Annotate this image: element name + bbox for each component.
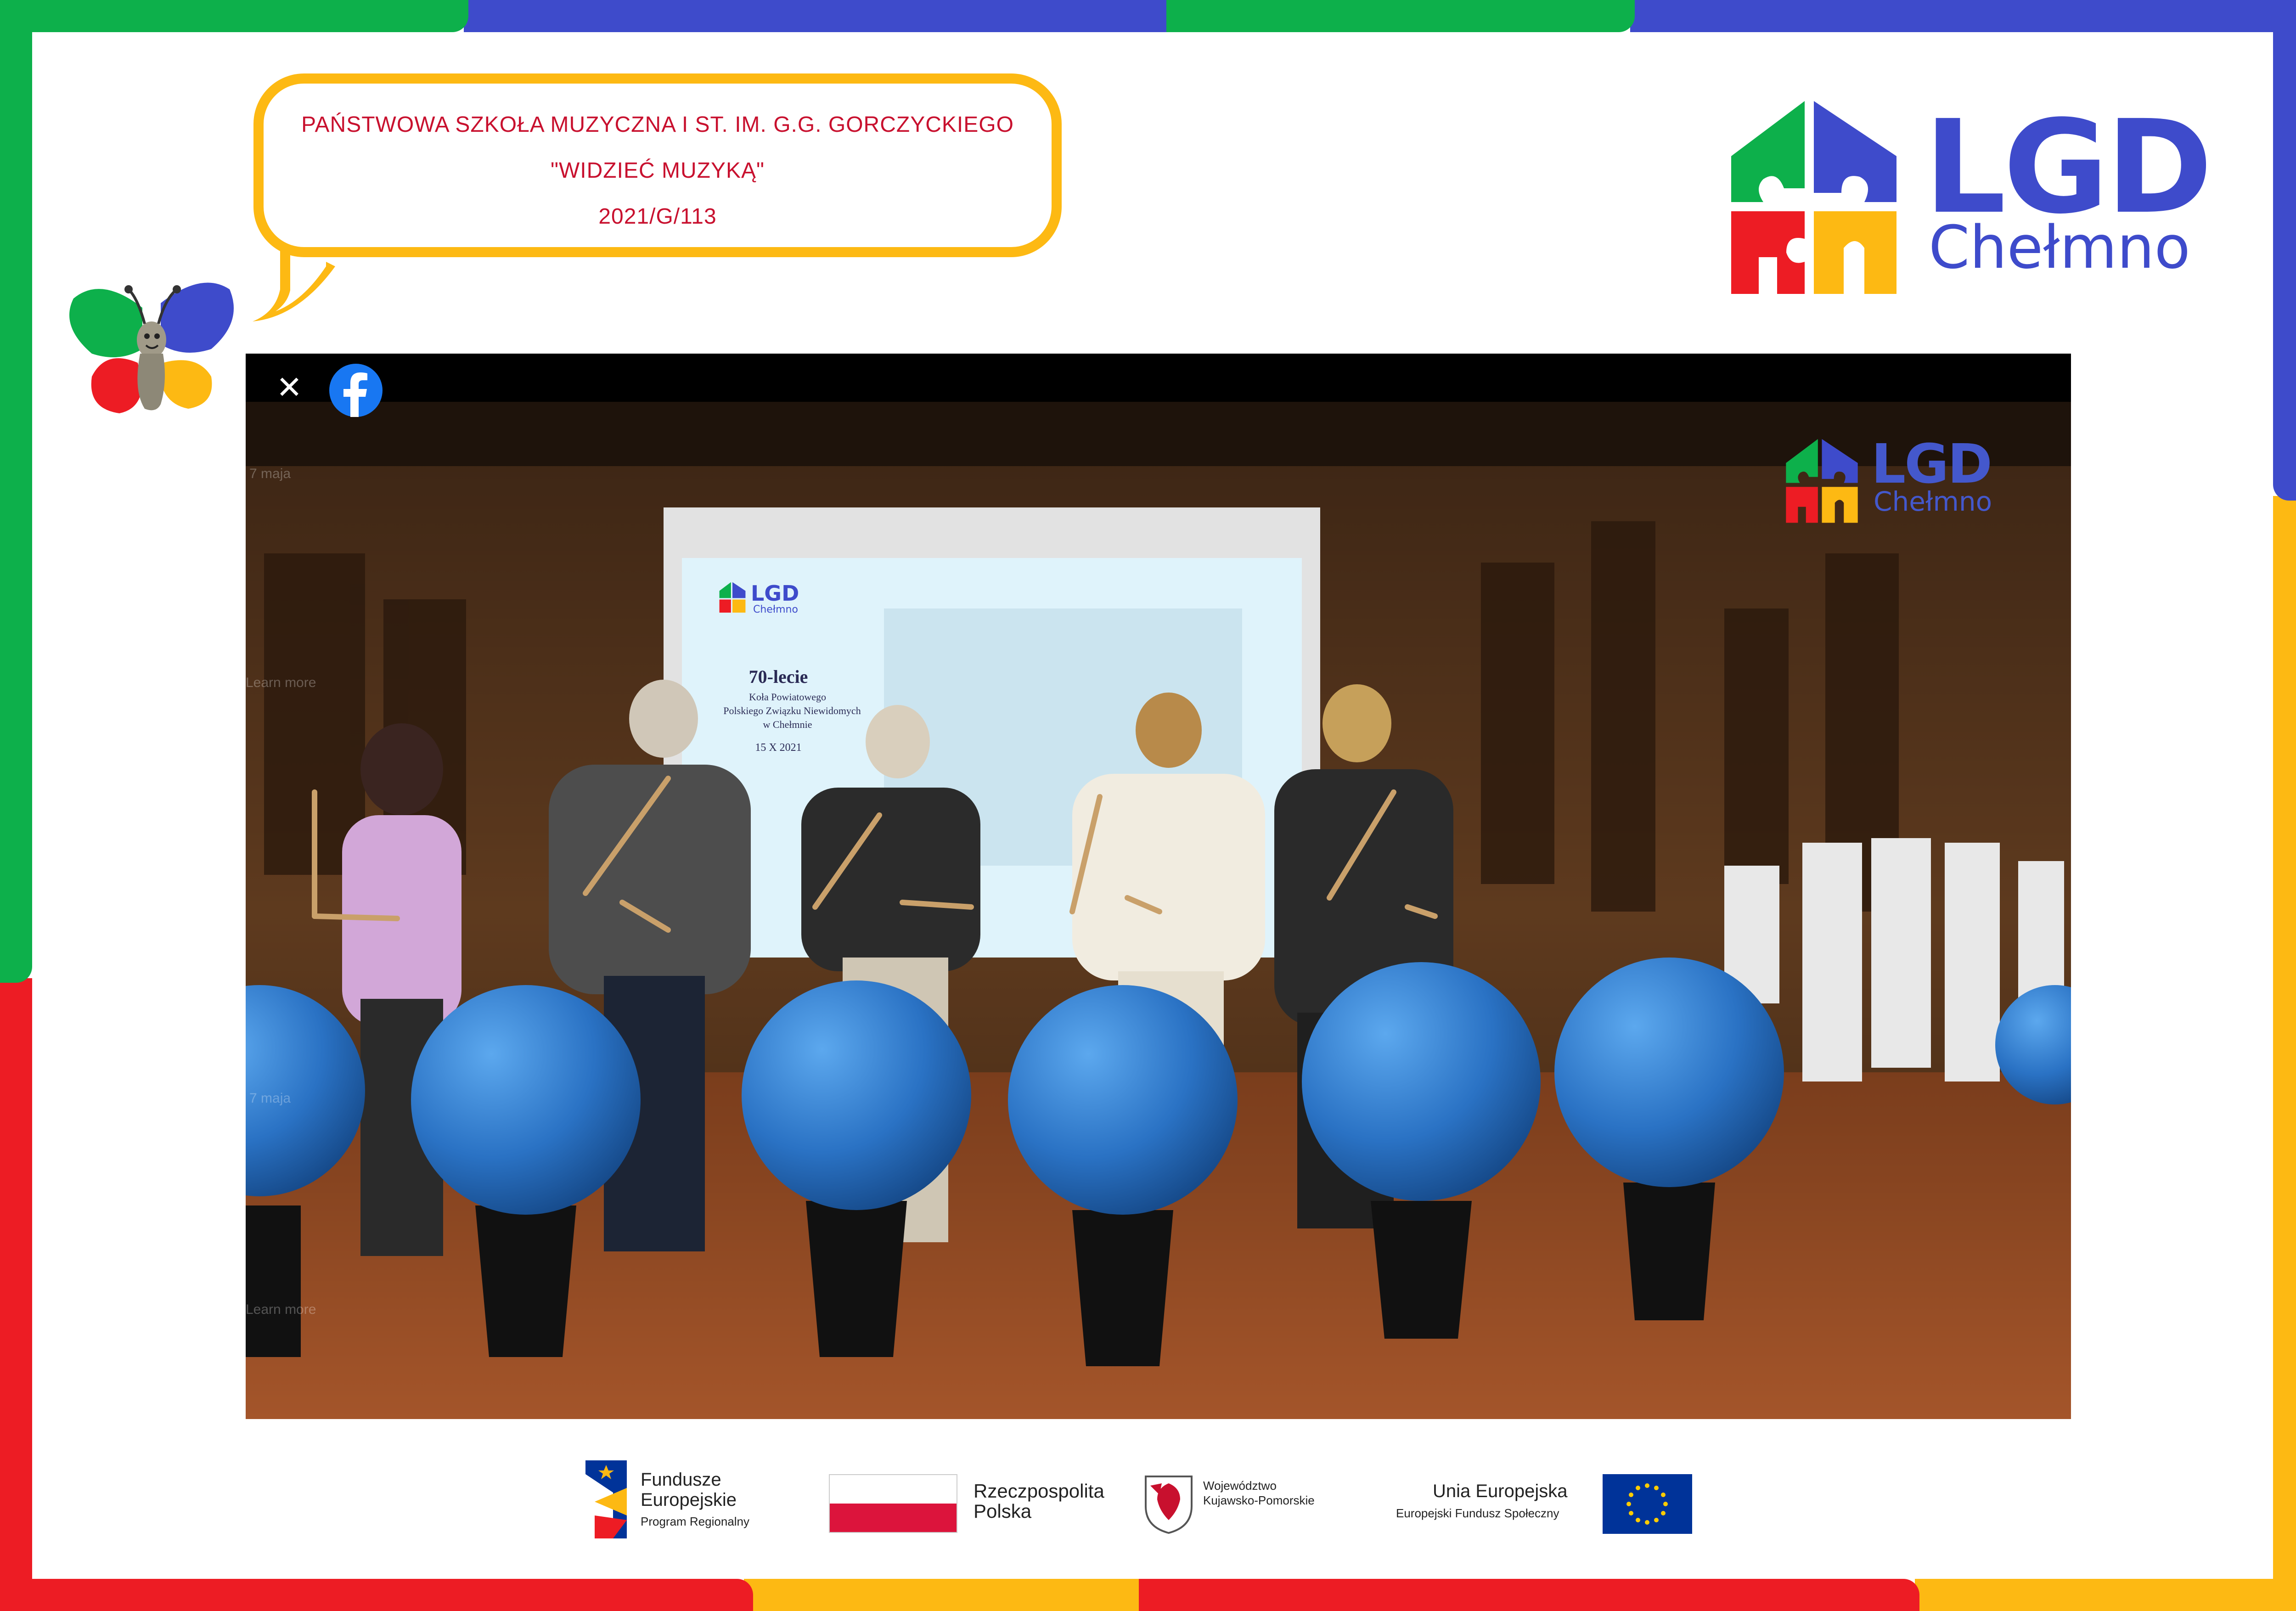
screen-line-3: w Chełmnie <box>763 719 812 730</box>
video-player[interactable]: ✕ LGD Chełmno 70-lecie Koła Powiatowego … <box>246 354 2071 1419</box>
frame-bottom-yellow-left <box>744 1579 1143 1611</box>
polish-flag-icon <box>829 1474 957 1533</box>
frame-bottom-yellow-right <box>1915 1579 2296 1611</box>
school-name: PAŃSTWOWA SZKOŁA MUZYCZNA I ST. IM. G.G.… <box>301 113 1014 137</box>
frame-bottom-red-right <box>1139 1579 1919 1611</box>
screen-logo-subtitle: Chełmno <box>753 604 798 615</box>
screen-lgd-logo-icon <box>719 582 746 613</box>
screen-date: 15 X 2021 <box>755 742 802 754</box>
lgd-subtitle: Chełmno <box>1929 214 2190 282</box>
ue-line-1: Unia Europejska <box>1433 1481 1568 1501</box>
close-icon[interactable]: ✕ <box>273 372 305 404</box>
fundusze-europejskie-icon <box>585 1460 627 1538</box>
frame-bottom-red-left <box>0 1579 753 1611</box>
butterfly-logo-icon <box>69 282 234 413</box>
facebook-icon[interactable] <box>328 363 383 418</box>
frame-right-yellow <box>2273 496 2296 1611</box>
watermark-title: LGD <box>1871 432 1992 496</box>
watermark-lgd-icon <box>1786 439 1858 523</box>
screen-heading: 70-lecie <box>748 666 808 687</box>
frame-top-green-left <box>0 0 468 32</box>
rp-line-2: Polska <box>974 1500 1032 1522</box>
overlay-date-text: 7 maja <box>249 1091 291 1106</box>
fe-line-1: Fundusze <box>641 1470 721 1490</box>
screen-logo-title: LGD <box>751 581 799 606</box>
project-title: "WIDZIEĆ MUZYKĄ" <box>550 158 765 183</box>
lgd-title: LGD <box>1924 93 2213 242</box>
lgd-logo-icon <box>1731 101 1896 294</box>
frame-top-blue-left <box>464 0 1171 32</box>
kujawsko-pomorskie-crest-icon <box>1145 1476 1193 1534</box>
screen-line-1: Koła Powiatowego <box>748 691 827 703</box>
fe-line-2: Europejskie <box>641 1490 737 1510</box>
rp-line-1: Rzeczpospolita <box>974 1480 1104 1502</box>
screen-line-2: Polskiego Związku Niewidomych <box>723 705 861 716</box>
overlay-learn-more-link[interactable]: Learn more <box>246 1302 316 1318</box>
watermark-subtitle: Chełmno <box>1874 486 1992 517</box>
video-top-bar <box>246 354 2071 402</box>
overlay-date-text: 7 maja <box>249 466 291 481</box>
sponsor-strip: Fundusze Europejskie Program Regionalny … <box>574 1456 1704 1538</box>
video-frame-scene <box>246 402 2071 1419</box>
frame-left-red <box>0 978 32 1611</box>
speech-bubble: PAŃSTWOWA SZKOŁA MUZYCZNA I ST. IM. G.G.… <box>253 73 1062 257</box>
frame-left-green <box>0 0 32 983</box>
frame-top-green-right <box>1166 0 1635 32</box>
wk-line-2: Kujawsko-Pomorskie <box>1203 1493 1315 1507</box>
eu-flag-icon <box>1603 1474 1692 1534</box>
wk-line-1: Województwo <box>1203 1479 1277 1493</box>
overlay-learn-more-link[interactable]: Learn more <box>246 675 316 691</box>
project-code: 2021/G/113 <box>598 204 717 229</box>
frame-right-blue <box>2273 0 2296 501</box>
ue-line-2: Europejski Fundusz Społeczny <box>1396 1506 1559 1520</box>
frame-top-blue-right <box>1630 0 2296 32</box>
fe-line-3: Program Regionalny <box>641 1515 750 1528</box>
